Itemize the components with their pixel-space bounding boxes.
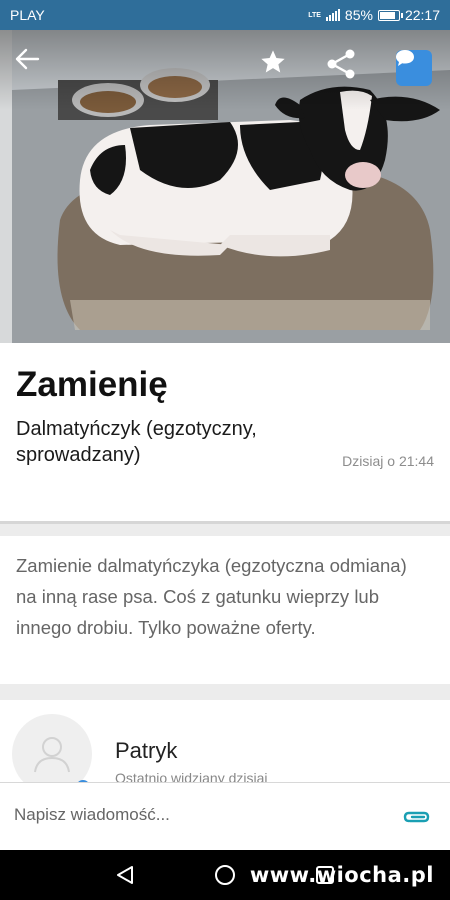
circle-home-icon bbox=[215, 865, 235, 885]
listing-subtitle: Dalmatyńczyk (egzotyczny, sprowadzany) bbox=[16, 418, 257, 466]
seller-name[interactable]: Patryk bbox=[115, 738, 177, 764]
star-icon bbox=[261, 50, 285, 73]
message-bar bbox=[0, 782, 450, 850]
avatar[interactable] bbox=[12, 714, 92, 782]
listing-photo[interactable] bbox=[0, 30, 450, 343]
signal-icon bbox=[325, 9, 340, 21]
clock: 22:17 bbox=[404, 7, 440, 23]
triangle-back-icon bbox=[117, 866, 133, 884]
chat-button[interactable] bbox=[394, 48, 434, 88]
listing-title: Zamienię bbox=[16, 365, 168, 404]
system-nav-bar: www.wiocha.pl bbox=[0, 850, 450, 900]
favorite-button[interactable] bbox=[259, 48, 299, 88]
user-placeholder-icon bbox=[34, 737, 70, 773]
photo-top-shade bbox=[0, 30, 450, 110]
listing-screen: PLAY LTE 85% 22:17 Zamienię Dalmatyńczyk… bbox=[0, 0, 450, 900]
message-input[interactable] bbox=[14, 805, 374, 825]
seller-card[interactable]: Patryk Ostatnio widziany dzisiaj bbox=[0, 700, 450, 782]
seller-last-seen: Ostatnio widziany dzisiaj bbox=[115, 770, 268, 782]
description-card: Zamienie dalmatyńczyka (egzotyczna odmia… bbox=[0, 536, 450, 684]
paperclip-icon bbox=[403, 811, 430, 823]
watermark-text: www.wiocha.pl bbox=[249, 863, 434, 887]
attach-button[interactable] bbox=[402, 805, 432, 829]
arrow-left-icon bbox=[15, 48, 40, 70]
battery-icon bbox=[377, 9, 403, 21]
listing-header-card: Zamienię Dalmatyńczyk (egzotyczny, sprow… bbox=[0, 343, 450, 524]
battery-level-fill bbox=[379, 11, 396, 19]
network-type-label: LTE bbox=[308, 11, 321, 19]
listing-description: Zamienie dalmatyńczyka (egzotyczna odmia… bbox=[16, 555, 407, 638]
carrier-label: PLAY bbox=[10, 7, 45, 23]
chat-bubble-icon bbox=[396, 50, 432, 86]
status-indicators: LTE 85% 22:17 bbox=[308, 7, 440, 23]
share-button[interactable] bbox=[325, 48, 365, 88]
posted-time: Dzisiaj o 21:44 bbox=[342, 453, 434, 469]
back-button[interactable] bbox=[14, 48, 54, 88]
status-bar: PLAY LTE 85% 22:17 bbox=[0, 0, 450, 30]
battery-percent: 85% bbox=[344, 7, 373, 23]
share-icon bbox=[327, 49, 355, 79]
nav-back-button[interactable] bbox=[112, 862, 138, 888]
nav-home-button[interactable] bbox=[212, 862, 238, 888]
